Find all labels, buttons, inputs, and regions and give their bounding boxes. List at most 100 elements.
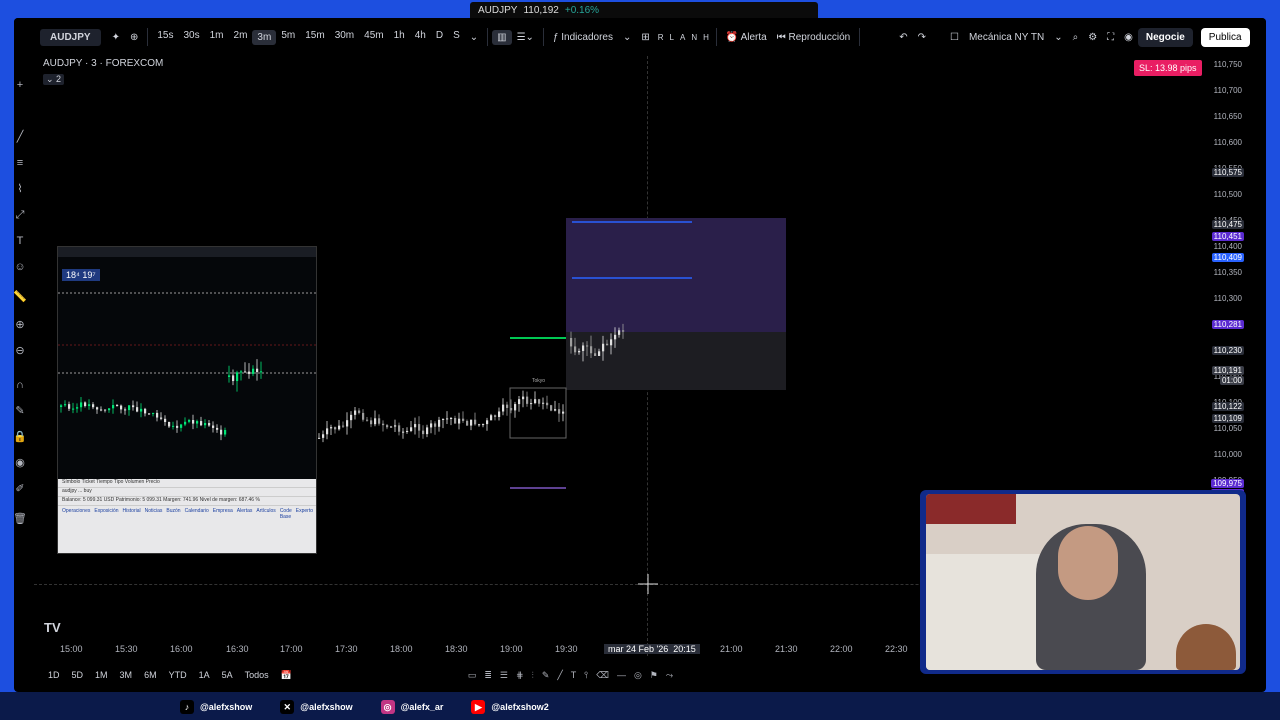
terminal-tab[interactable]: Code Base xyxy=(280,508,292,520)
time-tick-label: 22:00 xyxy=(830,644,853,654)
text-tool-icon[interactable]: T xyxy=(571,670,577,681)
x-icon: ✕ xyxy=(280,700,295,714)
social-handle: @alefxshow xyxy=(200,702,253,712)
embed-terminal: Símbolo Ticket Tiempo Tipo Volumen Preci… xyxy=(58,479,316,553)
price-axis[interactable]: 110,750110,700110,650110,600110,550110,5… xyxy=(1204,56,1246,510)
terminal-tab[interactable]: Buzón xyxy=(166,508,180,520)
hline-tool-icon[interactable]: — xyxy=(617,670,626,681)
social-links: ♪ @alefxshow ✕ @alefxshow ◎ @alefx_ar ▶ @alefxs… xyxy=(180,696,1080,718)
embed-chart xyxy=(58,292,316,441)
streamer-face xyxy=(1058,526,1118,600)
range-bar: 1D 5D 1M 3M 6M YTD 1A 5A Todos 📅 ▭ ≣ ☰ ⋕ ⫶ ✎ ╱ T… xyxy=(14,666,944,684)
cursor-time: 20:15 xyxy=(673,644,696,654)
eraser-tool-icon[interactable]: ⌫ xyxy=(596,670,609,681)
time-tick-label: 22:30 xyxy=(885,644,908,654)
social-link[interactable]: ♪ @alefxshow xyxy=(180,700,252,714)
tab-change: +0.16% xyxy=(564,4,600,16)
price-tick-label: 110,650 xyxy=(1213,112,1242,121)
terminal-tab[interactable]: Noticias xyxy=(145,508,163,520)
price-tick-label: 110,500 xyxy=(1213,190,1242,199)
mascot-avatar xyxy=(1176,624,1236,670)
price-marker-label: 110,409 xyxy=(1211,253,1244,262)
range-5d[interactable]: 5D xyxy=(66,670,90,680)
time-tick-label: 21:30 xyxy=(775,644,798,654)
terminal-tab[interactable]: Empresa xyxy=(213,508,233,520)
range-1a[interactable]: 1A xyxy=(193,670,216,680)
webcam-overlay xyxy=(920,490,1246,674)
bottom-drawing-tools: ▭ ≣ ☰ ⋕ ⫶ ✎ ╱ T ⫯ ⌫ — ◎ ⚑ ⤳ xyxy=(468,670,673,681)
tiktok-icon: ♪ xyxy=(180,700,194,714)
price-tick-label: 110,050 xyxy=(1213,424,1242,433)
pin-tool-icon[interactable]: ⫯ xyxy=(584,670,588,681)
range-1d[interactable]: 1D xyxy=(42,670,66,680)
range-1m[interactable]: 1M xyxy=(89,670,114,680)
vline-tool-icon[interactable]: ⫶ xyxy=(532,670,534,681)
time-tick-label: 17:00 xyxy=(280,644,303,654)
price-marker-label: 110,230 xyxy=(1211,346,1244,355)
terminal-tab[interactable]: Artículos xyxy=(256,508,275,520)
price-marker-label: 110,475 xyxy=(1211,220,1244,229)
price-marker-label: 110,109 xyxy=(1211,414,1244,423)
terminal-tab[interactable]: Experto xyxy=(296,508,313,520)
youtube-icon: ▶ xyxy=(471,700,486,714)
time-tick-label: 18:30 xyxy=(445,644,468,654)
sofa-background xyxy=(926,554,1046,670)
tokyo-session-box[interactable] xyxy=(509,387,567,439)
tab-symbol: AUDJPY xyxy=(478,4,518,16)
poster-decoration xyxy=(926,494,1016,524)
terminal-row: audjpy ... buy xyxy=(58,488,316,497)
price-tick-label: 110,600 xyxy=(1213,138,1242,147)
time-tick-label: 16:30 xyxy=(226,644,249,654)
range-5a[interactable]: 5A xyxy=(216,670,239,680)
rect-tool-icon[interactable]: ▭ xyxy=(468,670,477,681)
tradingview-logo: TV xyxy=(44,620,61,635)
crosshair-cursor-icon xyxy=(638,574,658,594)
range-list: 1D 5D 1M 3M 6M YTD 1A 5A Todos xyxy=(42,670,275,680)
range-6m[interactable]: 6M xyxy=(138,670,163,680)
flag-tool-icon[interactable]: ⚑ xyxy=(650,670,658,681)
candles-group xyxy=(318,323,625,443)
time-tick-label: 16:00 xyxy=(170,644,193,654)
terminal-row: Símbolo Ticket Tiempo Tipo Volumen Preci… xyxy=(58,479,316,488)
price-tick-label: 110,750 xyxy=(1213,60,1242,69)
path-tool-icon[interactable]: ⤳ xyxy=(666,670,673,681)
time-tick-label: 21:00 xyxy=(720,644,743,654)
price-tick-label: 110,350 xyxy=(1213,268,1242,277)
time-tick-label: 15:30 xyxy=(115,644,138,654)
channel-tool-icon[interactable]: ⋕ xyxy=(516,670,524,681)
webcam-feed xyxy=(926,494,1240,670)
time-tick-label: 15:00 xyxy=(60,644,83,654)
embed-toolbar xyxy=(58,247,316,257)
time-axis[interactable]: 15:00 15:30 16:00 16:30 17:00 17:30 18:00 18:30… xyxy=(14,644,944,660)
social-handle: @alefxshow2 xyxy=(491,702,549,712)
cursor-date: mar 24 Feb '26 xyxy=(608,644,669,654)
terminal-tab[interactable]: Operaciones xyxy=(62,508,90,520)
range-todos[interactable]: Todos xyxy=(239,670,275,680)
price-tick-label: 110,000 xyxy=(1213,450,1242,459)
terminal-tab[interactable]: Historial xyxy=(123,508,141,520)
pen-tool-icon[interactable]: ✎ xyxy=(542,670,550,681)
time-tick-label: 18:00 xyxy=(390,644,413,654)
terminal-tab[interactable]: Exposición xyxy=(94,508,118,520)
browser-tab[interactable]: AUDJPY 110,192 +0.16% xyxy=(470,2,818,18)
terminal-tab[interactable]: Alertas xyxy=(237,508,253,520)
range-3m[interactable]: 3M xyxy=(114,670,139,680)
lines-tool-icon[interactable]: ≣ xyxy=(484,670,492,681)
social-link[interactable]: ✕ @alefxshow xyxy=(280,700,353,714)
price-tick-label: 110,700 xyxy=(1213,86,1242,95)
price-marker-label: 01:00 xyxy=(1219,376,1244,385)
price-marker-label: 110,451 xyxy=(1211,232,1244,241)
social-link[interactable]: ▶ @alefxshow2 xyxy=(471,700,549,714)
line-tool-icon[interactable]: ╱ xyxy=(557,670,562,681)
range-ytd[interactable]: YTD xyxy=(163,670,193,680)
time-tick-label: 19:30 xyxy=(555,644,578,654)
hlines-tool-icon[interactable]: ☰ xyxy=(500,670,508,681)
price-marker-label: 110,575 xyxy=(1211,168,1244,177)
social-link[interactable]: ◎ @alefx_ar xyxy=(380,700,444,714)
terminal-tab[interactable]: Calendario xyxy=(185,508,209,520)
terminal-row: Balance: 5 099.31 USD Patrimonio: 5 099.… xyxy=(58,497,316,506)
price-tick-label: 110,300 xyxy=(1213,294,1242,303)
social-handle: @alefx_ar xyxy=(400,702,444,712)
calendar-icon[interactable]: 📅 xyxy=(275,670,298,681)
target-tool-icon[interactable]: ◎ xyxy=(634,670,642,681)
